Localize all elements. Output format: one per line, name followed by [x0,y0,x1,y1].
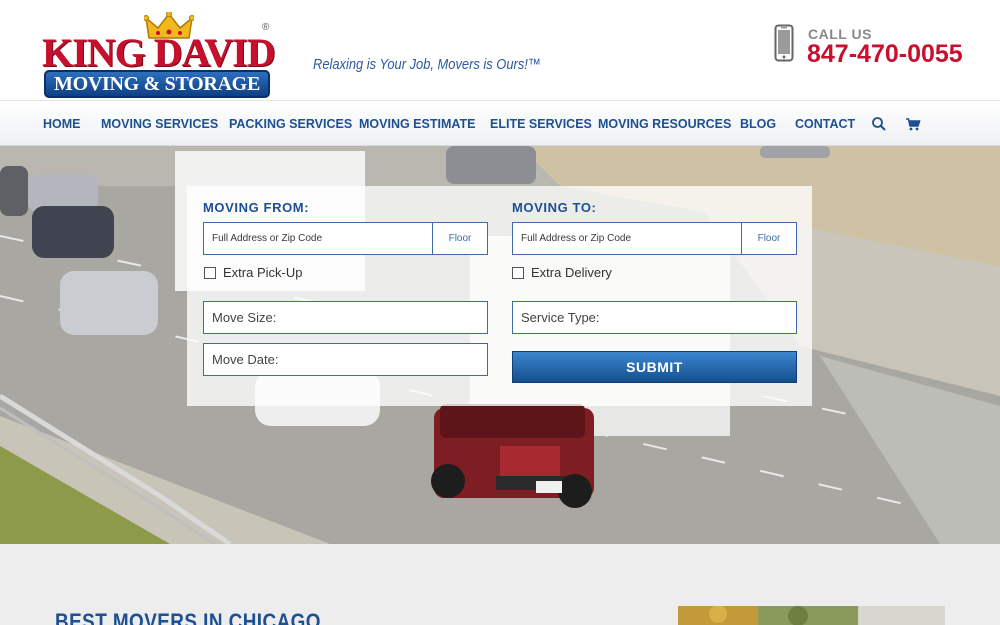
tagline: Relaxing is Your Job, Movers is Ours!™ [313,56,541,73]
phone-number-link[interactable]: 847-470-0055 [807,40,963,69]
nav-moving-estimate[interactable]: MOVING ESTIMATE [359,101,475,147]
move-date-label: Move Date: [212,352,279,367]
extra-delivery-checkbox[interactable] [512,267,524,279]
nav-packing-services[interactable]: PACKING SERVICES [229,101,352,147]
section-heading: BEST MOVERS IN CHICAGO [55,609,321,625]
content-photo-image [678,606,945,625]
from-address-placeholder: Full Address or Zip Code [212,233,323,244]
extra-delivery-label: Extra Delivery [531,265,612,280]
service-type-select[interactable]: Service Type: [512,301,797,334]
extra-pickup-checkbox[interactable] [204,267,216,279]
to-address-input[interactable]: Full Address or Zip Code Floor [512,222,797,255]
nav-moving-services[interactable]: MOVING SERVICES [101,101,218,147]
extra-pickup-label: Extra Pick-Up [223,265,303,280]
nav-moving-resources[interactable]: MOVING RESOURCES [598,101,731,147]
logo-subtitle: MOVING & STORAGE [44,70,270,98]
cart-icon[interactable] [905,116,921,132]
nav-elite-services[interactable]: ELITE SERVICES [490,101,592,147]
logo[interactable]: KING DAVID ® MOVING & STORAGE [42,12,276,98]
content-photo [678,606,945,625]
submit-button[interactable]: SUBMIT [512,351,797,383]
main-nav: HOME MOVING SERVICES PACKING SERVICES MO… [0,100,1000,146]
move-date-input[interactable]: Move Date: [203,343,488,376]
moving-to-label: MOVING TO: [512,200,597,215]
nav-home[interactable]: HOME [43,101,81,147]
move-size-select[interactable]: Move Size: [203,301,488,334]
moving-from-label: MOVING FROM: [203,200,310,215]
from-floor-input[interactable]: Floor [432,223,487,254]
registered-mark: ® [262,22,270,33]
site-header: KING DAVID ® MOVING & STORAGE Relaxing i… [0,0,1000,100]
move-size-label: Move Size: [212,310,277,325]
nav-blog[interactable]: BLOG [740,101,776,147]
from-address-input[interactable]: Full Address or Zip Code Floor [203,222,488,255]
to-address-placeholder: Full Address or Zip Code [521,233,632,244]
to-floor-input[interactable]: Floor [741,223,796,254]
search-icon[interactable] [871,116,887,132]
service-type-label: Service Type: [521,310,600,325]
phone-icon [774,24,794,62]
nav-contact[interactable]: CONTACT [795,101,855,147]
